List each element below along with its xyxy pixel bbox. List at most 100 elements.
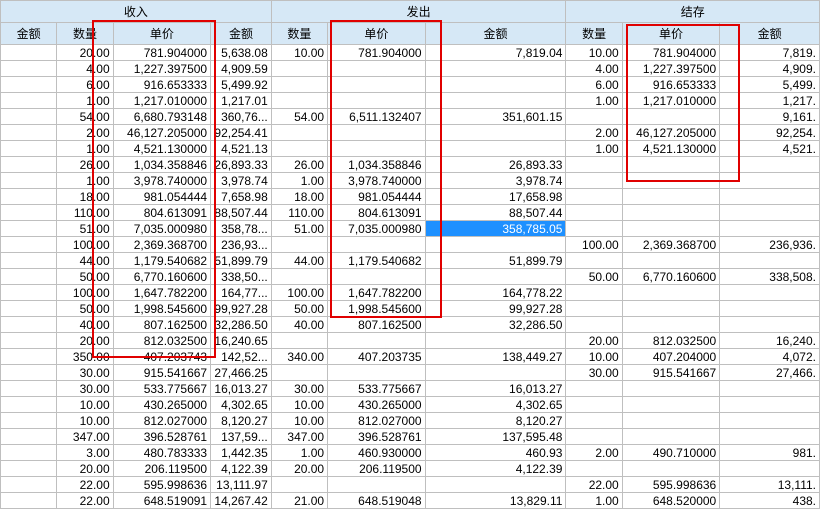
cell-prIn[interactable]: 407.203743 bbox=[113, 349, 210, 365]
cell-prBal[interactable] bbox=[622, 285, 719, 301]
cell-prIn[interactable]: 781.904000 bbox=[113, 45, 210, 61]
cell-amtIn[interactable]: 4,122.39 bbox=[211, 461, 272, 477]
cell-qtyIn[interactable]: 54.00 bbox=[57, 109, 113, 125]
cell-amtBal[interactable]: 438. bbox=[720, 493, 820, 509]
cell-amtOut[interactable]: 88,507.44 bbox=[425, 205, 566, 221]
cell-amtIn[interactable]: 5,499.92 bbox=[211, 77, 272, 93]
cell-qtyOut[interactable] bbox=[271, 125, 327, 141]
cell-qtyIn[interactable]: 22.00 bbox=[57, 477, 113, 493]
cell-amtBal[interactable] bbox=[720, 253, 820, 269]
cell-qtyOut[interactable]: 54.00 bbox=[271, 109, 327, 125]
cell-qtyBal[interactable]: 2.00 bbox=[566, 125, 622, 141]
cell-qtyIn[interactable]: 20.00 bbox=[57, 461, 113, 477]
cell-prIn[interactable]: 206.119500 bbox=[113, 461, 210, 477]
cell-prBal[interactable]: 1,217.010000 bbox=[622, 93, 719, 109]
cell-amtBal[interactable]: 13,111. bbox=[720, 477, 820, 493]
cell-qtyOut[interactable]: 30.00 bbox=[271, 381, 327, 397]
cell-prIn[interactable]: 1,217.010000 bbox=[113, 93, 210, 109]
cell-qtyBal[interactable]: 2.00 bbox=[566, 445, 622, 461]
cell-amt1[interactable] bbox=[1, 477, 57, 493]
cell-amt1[interactable] bbox=[1, 109, 57, 125]
cell-amt1[interactable] bbox=[1, 237, 57, 253]
cell-amtBal[interactable] bbox=[720, 429, 820, 445]
cell-amtOut[interactable]: 13,829.11 bbox=[425, 493, 566, 509]
cell-qtyOut[interactable] bbox=[271, 365, 327, 381]
table-row[interactable]: 1.003,978.7400003,978.741.003,978.740000… bbox=[1, 173, 820, 189]
cell-amt1[interactable] bbox=[1, 173, 57, 189]
cell-amtIn[interactable]: 27,466.25 bbox=[211, 365, 272, 381]
cell-prOut[interactable]: 807.162500 bbox=[328, 317, 425, 333]
cell-qtyOut[interactable]: 1.00 bbox=[271, 445, 327, 461]
cell-amt1[interactable] bbox=[1, 221, 57, 237]
cell-prBal[interactable] bbox=[622, 397, 719, 413]
cell-qtyIn[interactable]: 6.00 bbox=[57, 77, 113, 93]
cell-amtBal[interactable] bbox=[720, 413, 820, 429]
table-row[interactable]: 18.00981.0544447,658.9818.00981.05444417… bbox=[1, 189, 820, 205]
cell-qtyOut[interactable]: 1.00 bbox=[271, 173, 327, 189]
cell-qtyOut[interactable] bbox=[271, 93, 327, 109]
cell-amt1[interactable] bbox=[1, 301, 57, 317]
table-row[interactable]: 22.00648.51909114,267.4221.00648.5190481… bbox=[1, 493, 820, 509]
cell-amtIn[interactable]: 3,978.74 bbox=[211, 173, 272, 189]
cell-qtyBal[interactable] bbox=[566, 173, 622, 189]
table-row[interactable]: 50.001,998.54560099,927.2850.001,998.545… bbox=[1, 301, 820, 317]
cell-prOut[interactable]: 396.528761 bbox=[328, 429, 425, 445]
cell-amt1[interactable] bbox=[1, 333, 57, 349]
cell-qtyIn[interactable]: 4.00 bbox=[57, 61, 113, 77]
table-row[interactable]: 30.00533.77566716,013.2730.00533.7756671… bbox=[1, 381, 820, 397]
cell-prIn[interactable]: 916.653333 bbox=[113, 77, 210, 93]
table-row[interactable]: 3.00480.7833331,442.351.00460.930000460.… bbox=[1, 445, 820, 461]
cell-qtyIn[interactable]: 3.00 bbox=[57, 445, 113, 461]
table-row[interactable]: 10.00812.0270008,120.2710.00812.0270008,… bbox=[1, 413, 820, 429]
cell-qtyOut[interactable]: 20.00 bbox=[271, 461, 327, 477]
cell-amtIn[interactable]: 16,013.27 bbox=[211, 381, 272, 397]
cell-qtyIn[interactable]: 2.00 bbox=[57, 125, 113, 141]
cell-amtOut[interactable] bbox=[425, 477, 566, 493]
table-row[interactable]: 1.004,521.1300004,521.131.004,521.130000… bbox=[1, 141, 820, 157]
cell-prIn[interactable]: 3,978.740000 bbox=[113, 173, 210, 189]
cell-qtyBal[interactable] bbox=[566, 157, 622, 173]
cell-amtBal[interactable]: 1,217. bbox=[720, 93, 820, 109]
cell-amtIn[interactable]: 51,899.79 bbox=[211, 253, 272, 269]
cell-prIn[interactable]: 1,998.545600 bbox=[113, 301, 210, 317]
table-row[interactable]: 22.00595.99863613,111.9722.00595.9986361… bbox=[1, 477, 820, 493]
cell-qtyBal[interactable] bbox=[566, 317, 622, 333]
cell-qtyBal[interactable] bbox=[566, 205, 622, 221]
cell-prIn[interactable]: 807.162500 bbox=[113, 317, 210, 333]
cell-amtBal[interactable] bbox=[720, 317, 820, 333]
cell-qtyBal[interactable]: 1.00 bbox=[566, 93, 622, 109]
cell-amtOut[interactable]: 7,819.04 bbox=[425, 45, 566, 61]
table-row[interactable]: 100.002,369.368700236,93...100.002,369.3… bbox=[1, 237, 820, 253]
cell-amtBal[interactable]: 4,072. bbox=[720, 349, 820, 365]
cell-qtyBal[interactable] bbox=[566, 301, 622, 317]
cell-amtIn[interactable]: 16,240.65 bbox=[211, 333, 272, 349]
cell-amtOut[interactable]: 351,601.15 bbox=[425, 109, 566, 125]
cell-qtyBal[interactable] bbox=[566, 189, 622, 205]
cell-prIn[interactable]: 812.027000 bbox=[113, 413, 210, 429]
cell-qtyOut[interactable]: 347.00 bbox=[271, 429, 327, 445]
cell-amtBal[interactable] bbox=[720, 173, 820, 189]
cell-qtyIn[interactable]: 51.00 bbox=[57, 221, 113, 237]
cell-amtBal[interactable]: 4,521. bbox=[720, 141, 820, 157]
cell-amtIn[interactable]: 4,521.13 bbox=[211, 141, 272, 157]
cell-prOut[interactable]: 981.054444 bbox=[328, 189, 425, 205]
cell-prBal[interactable]: 916.653333 bbox=[622, 77, 719, 93]
cell-amtBal[interactable] bbox=[720, 461, 820, 477]
cell-qtyIn[interactable]: 50.00 bbox=[57, 301, 113, 317]
cell-prOut[interactable] bbox=[328, 77, 425, 93]
cell-qtyBal[interactable] bbox=[566, 413, 622, 429]
cell-prIn[interactable]: 915.541667 bbox=[113, 365, 210, 381]
cell-qtyBal[interactable] bbox=[566, 109, 622, 125]
cell-amtOut[interactable] bbox=[425, 77, 566, 93]
cell-prBal[interactable] bbox=[622, 109, 719, 125]
cell-prIn[interactable]: 396.528761 bbox=[113, 429, 210, 445]
cell-qtyBal[interactable]: 20.00 bbox=[566, 333, 622, 349]
cell-prOut[interactable] bbox=[328, 237, 425, 253]
cell-prBal[interactable] bbox=[622, 253, 719, 269]
cell-qtyIn[interactable]: 10.00 bbox=[57, 397, 113, 413]
cell-amtBal[interactable] bbox=[720, 397, 820, 413]
cell-qtyBal[interactable] bbox=[566, 397, 622, 413]
cell-amtOut[interactable]: 99,927.28 bbox=[425, 301, 566, 317]
cell-prBal[interactable] bbox=[622, 189, 719, 205]
cell-prOut[interactable] bbox=[328, 141, 425, 157]
